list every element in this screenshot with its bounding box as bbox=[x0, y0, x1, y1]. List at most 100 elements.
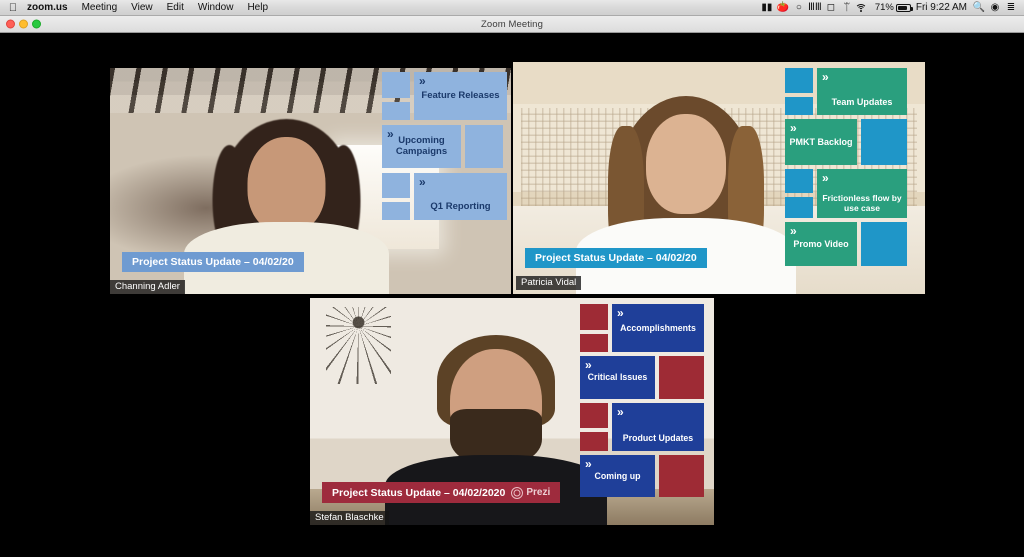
prezi-card-label: Critical Issues bbox=[587, 372, 648, 383]
window-traffic-lights bbox=[6, 19, 41, 29]
prezi-card-row: » PMKT Backlog bbox=[785, 119, 907, 165]
prezi-card-row: » Promo Video bbox=[785, 222, 907, 266]
menu-bar-left-group:  zoom.us Meeting View Edit Window Help bbox=[0, 0, 275, 16]
menu-item-window[interactable]: Window bbox=[191, 0, 241, 16]
menu-bar-status-group: ▮▮ 🍅 ○ ⅢⅢ ◻ ᛠ 71% Fri 9:22 AM 🔍 ◉ ≣ bbox=[759, 0, 1024, 16]
prezi-card-label: Product Updates bbox=[622, 432, 694, 443]
battery-percent-label: 71% bbox=[874, 1, 894, 13]
prezi-card-label: Frictionless flow by use case bbox=[822, 193, 902, 214]
participant-name-label: Stefan Blaschke bbox=[310, 511, 389, 525]
menu-item-meeting[interactable]: Meeting bbox=[75, 0, 125, 16]
prezi-square-group bbox=[785, 68, 813, 115]
window-title-bar: Zoom Meeting bbox=[0, 16, 1024, 33]
prezi-square bbox=[580, 304, 608, 330]
prezi-card-team-updates[interactable]: » Team Updates bbox=[817, 68, 907, 115]
chevron-right-icon: » bbox=[585, 358, 592, 372]
prezi-square-group bbox=[580, 304, 608, 352]
chevron-right-icon: » bbox=[617, 405, 624, 419]
prezi-square bbox=[580, 334, 608, 352]
prezi-square bbox=[382, 102, 410, 120]
prezi-square bbox=[382, 72, 410, 98]
siri-icon[interactable]: ◉ bbox=[987, 0, 1003, 16]
chevron-right-icon: » bbox=[585, 457, 592, 471]
prezi-square bbox=[861, 119, 907, 165]
prezi-square-group bbox=[382, 72, 410, 120]
chevron-right-icon: » bbox=[387, 127, 394, 141]
prezi-square bbox=[580, 432, 608, 451]
window-title: Zoom Meeting bbox=[481, 18, 543, 30]
menu-bar-clock[interactable]: Fri 9:22 AM bbox=[912, 0, 971, 16]
prezi-square bbox=[382, 202, 410, 220]
prezi-card-critical-issues[interactable]: » Critical Issues bbox=[580, 356, 655, 399]
prezi-square bbox=[861, 222, 907, 266]
prezi-card-overlay: » Feature Releases » Upcoming Campaigns bbox=[382, 72, 507, 220]
minimize-window-button[interactable] bbox=[19, 19, 28, 29]
prezi-card-overlay: » Accomplishments » Critical Issues » Pr… bbox=[580, 304, 704, 497]
prezi-card-coming-up[interactable]: » Coming up bbox=[580, 455, 655, 497]
prezi-card-label: Promo Video bbox=[793, 238, 849, 249]
avatar-head bbox=[646, 114, 727, 214]
prezi-card-upcoming-campaigns[interactable]: » Upcoming Campaigns bbox=[382, 125, 461, 168]
participant-tile-patricia-vidal[interactable]: » Team Updates » PMKT Backlog » Friction… bbox=[513, 62, 925, 294]
presentation-title-banner: Project Status Update – 04/02/2020 Prezi bbox=[322, 482, 561, 503]
equalizer-icon[interactable]: ⅢⅢ bbox=[807, 0, 823, 16]
chevron-right-icon: » bbox=[790, 224, 797, 238]
menu-item-view[interactable]: View bbox=[124, 0, 160, 16]
presentation-title-text: Project Status Update – 04/02/20 bbox=[132, 256, 294, 268]
maximize-window-button[interactable] bbox=[32, 19, 41, 29]
prezi-card-q1-reporting[interactable]: » Q1 Reporting bbox=[414, 173, 507, 220]
participant-tile-stefan-blaschke[interactable]: » Accomplishments » Critical Issues » Pr… bbox=[310, 298, 714, 525]
prezi-card-promo-video[interactable]: » Promo Video bbox=[785, 222, 857, 266]
prezi-logo-icon bbox=[511, 486, 524, 499]
notification-center-icon[interactable]: ≣ bbox=[1003, 0, 1019, 16]
sync-icon[interactable]: ○ bbox=[791, 0, 807, 16]
prezi-card-label: Upcoming Campaigns bbox=[395, 134, 448, 157]
prezi-card-label: Accomplishments bbox=[620, 322, 696, 333]
prezi-logo: Prezi bbox=[511, 486, 550, 499]
prezi-card-pmkt-backlog[interactable]: » PMKT Backlog bbox=[785, 119, 857, 165]
prezi-card-accomplishments[interactable]: » Accomplishments bbox=[612, 304, 704, 352]
chevron-right-icon: » bbox=[419, 74, 426, 88]
prezi-card-overlay: » Team Updates » PMKT Backlog » Friction… bbox=[785, 68, 907, 266]
presentation-title-banner: Project Status Update – 04/02/20 bbox=[122, 252, 304, 272]
presentation-title-banner: Project Status Update – 04/02/20 bbox=[525, 248, 707, 268]
prezi-card-row: » Feature Releases bbox=[382, 72, 507, 120]
chevron-right-icon: » bbox=[822, 70, 829, 84]
menu-item-help[interactable]: Help bbox=[240, 0, 275, 16]
prezi-square bbox=[659, 356, 704, 399]
prezi-square bbox=[785, 197, 813, 218]
wifi-icon[interactable] bbox=[855, 3, 871, 13]
participant-name-label: Patricia Vidal bbox=[516, 276, 582, 290]
participant-tile-channing-adler[interactable]: » Feature Releases » Upcoming Campaigns bbox=[110, 68, 511, 294]
close-window-button[interactable] bbox=[6, 19, 15, 29]
airplay-icon[interactable]: ◻ bbox=[823, 0, 839, 16]
spotlight-search-icon[interactable]: 🔍 bbox=[971, 0, 987, 16]
prezi-card-row: » Coming up bbox=[580, 455, 704, 497]
prezi-card-row: » Q1 Reporting bbox=[382, 173, 507, 220]
bluetooth-icon[interactable]: ᛠ bbox=[839, 0, 855, 16]
screen-recorder-icon[interactable]: ▮▮ bbox=[759, 0, 775, 16]
prezi-card-frictionless-flow[interactable]: » Frictionless flow by use case bbox=[817, 169, 907, 218]
prezi-card-label: Team Updates bbox=[831, 96, 893, 107]
prezi-square bbox=[785, 68, 813, 93]
menu-item-edit[interactable]: Edit bbox=[160, 0, 191, 16]
prezi-square bbox=[465, 125, 503, 168]
chevron-right-icon: » bbox=[419, 175, 426, 189]
prezi-card-product-updates[interactable]: » Product Updates bbox=[612, 403, 704, 451]
avatar-head bbox=[247, 137, 326, 233]
prezi-card-feature-releases[interactable]: » Feature Releases bbox=[414, 72, 507, 120]
apple-icon[interactable]:  bbox=[6, 0, 20, 16]
prezi-card-row: » Critical Issues bbox=[580, 356, 704, 399]
prezi-card-label: Coming up bbox=[594, 470, 641, 481]
battery-icon[interactable] bbox=[895, 3, 913, 12]
prezi-card-row: » Upcoming Campaigns bbox=[382, 125, 507, 168]
presentation-title-text: Project Status Update – 04/02/2020 bbox=[332, 486, 506, 499]
chevron-right-icon: » bbox=[822, 171, 829, 185]
prezi-square-group bbox=[785, 169, 813, 218]
prezi-square-group bbox=[382, 173, 410, 220]
presentation-title-text: Project Status Update – 04/02/20 bbox=[535, 252, 697, 264]
menu-item-zoom-us[interactable]: zoom.us bbox=[20, 0, 75, 16]
prezi-square bbox=[785, 97, 813, 115]
evernote-icon[interactable]: 🍅 bbox=[775, 0, 791, 16]
prezi-card-label: Feature Releases bbox=[421, 89, 500, 101]
